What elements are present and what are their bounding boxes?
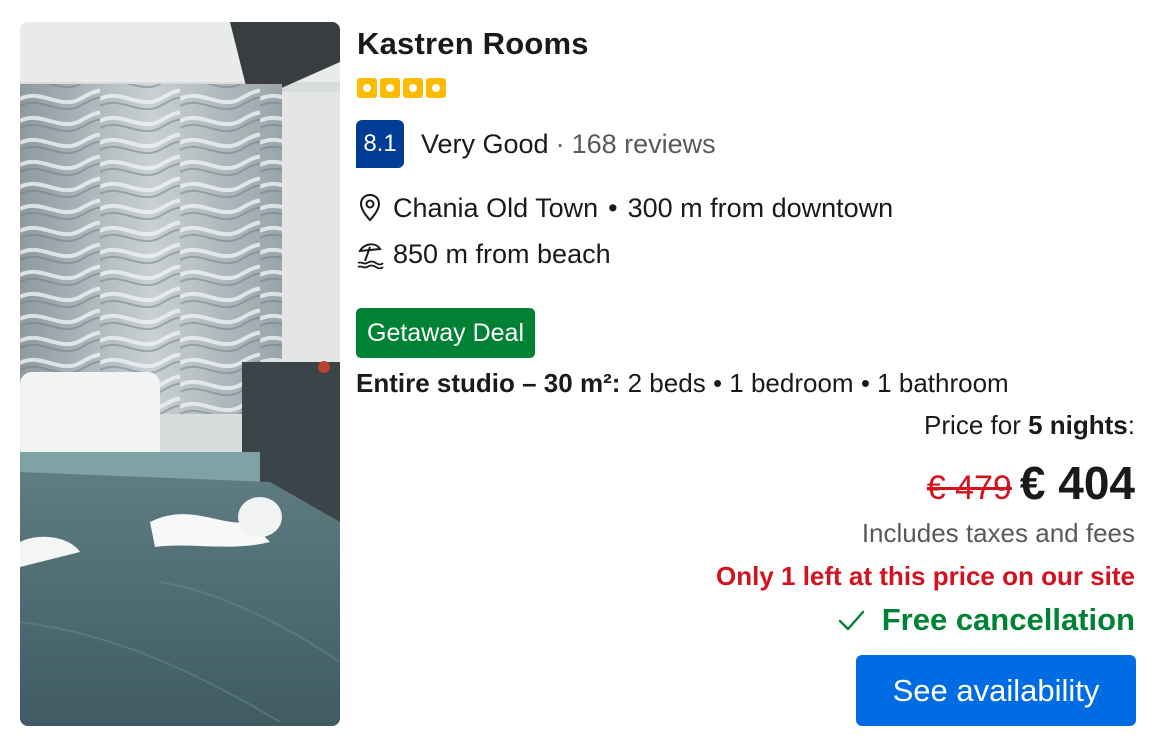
map-pin-icon — [356, 192, 384, 224]
star-icon — [403, 78, 423, 98]
room-image — [20, 22, 340, 726]
review-score-badge: 8.1 — [356, 120, 404, 168]
star-icon — [357, 78, 377, 98]
price-row: € 479 € 404 — [927, 456, 1135, 510]
free-cancellation-label: Free cancellation — [881, 602, 1135, 637]
price-nights: 5 nights — [1028, 410, 1128, 440]
unit-separator: • — [860, 368, 870, 398]
unit-configuration: Entire studio – 30 m²: 2 beds • 1 bedroo… — [356, 368, 1009, 399]
location-row: Chania Old Town • 300 m from downtown — [356, 190, 893, 226]
price-duration: Price for 5 nights: — [924, 410, 1135, 441]
getaway-deal-badge: Getaway Deal — [356, 308, 536, 358]
location-area[interactable]: Chania Old Town — [393, 193, 598, 224]
original-price: € 479 — [926, 469, 1012, 507]
unit-bedroom: 1 bedroom — [729, 368, 854, 398]
free-cancellation: Free cancellation — [836, 602, 1135, 638]
unit-separator: • — [712, 368, 723, 398]
review-score-word: Very Good — [421, 128, 549, 159]
unit-bathroom: 1 bathroom — [877, 368, 1009, 398]
taxes-note: Includes taxes and fees — [861, 518, 1135, 548]
location-separator: • — [608, 192, 618, 223]
star-rating — [357, 78, 446, 98]
beach-distance: 850 m from beach — [393, 238, 611, 269]
unit-type: Entire studio – 30 m²: — [356, 368, 621, 398]
beach-umbrella-icon — [356, 238, 384, 270]
star-icon — [380, 78, 400, 98]
property-card: Kastren Rooms 8.1 Very Good · 168 review… — [0, 0, 1152, 745]
scarcity-message: Only 1 left at this price on our site — [716, 561, 1135, 591]
discounted-price: € 404 — [1019, 457, 1135, 509]
property-title[interactable]: Kastren Rooms — [357, 26, 589, 62]
property-photo[interactable] — [20, 22, 340, 726]
review-summary[interactable]: 8.1 Very Good · 168 reviews — [356, 120, 716, 168]
checkmark-icon — [838, 610, 864, 631]
price-prefix: Price for — [924, 410, 1021, 440]
review-count: 168 reviews — [571, 128, 716, 159]
price-suffix: : — [1127, 410, 1135, 440]
rating-separator: · — [555, 128, 565, 159]
location-distance: 300 m from downtown — [627, 192, 894, 223]
see-availability-button[interactable]: See availability — [856, 655, 1136, 726]
unit-beds: 2 beds — [627, 368, 706, 398]
star-icon — [426, 78, 446, 98]
beach-row: 850 m from beach — [356, 236, 611, 272]
